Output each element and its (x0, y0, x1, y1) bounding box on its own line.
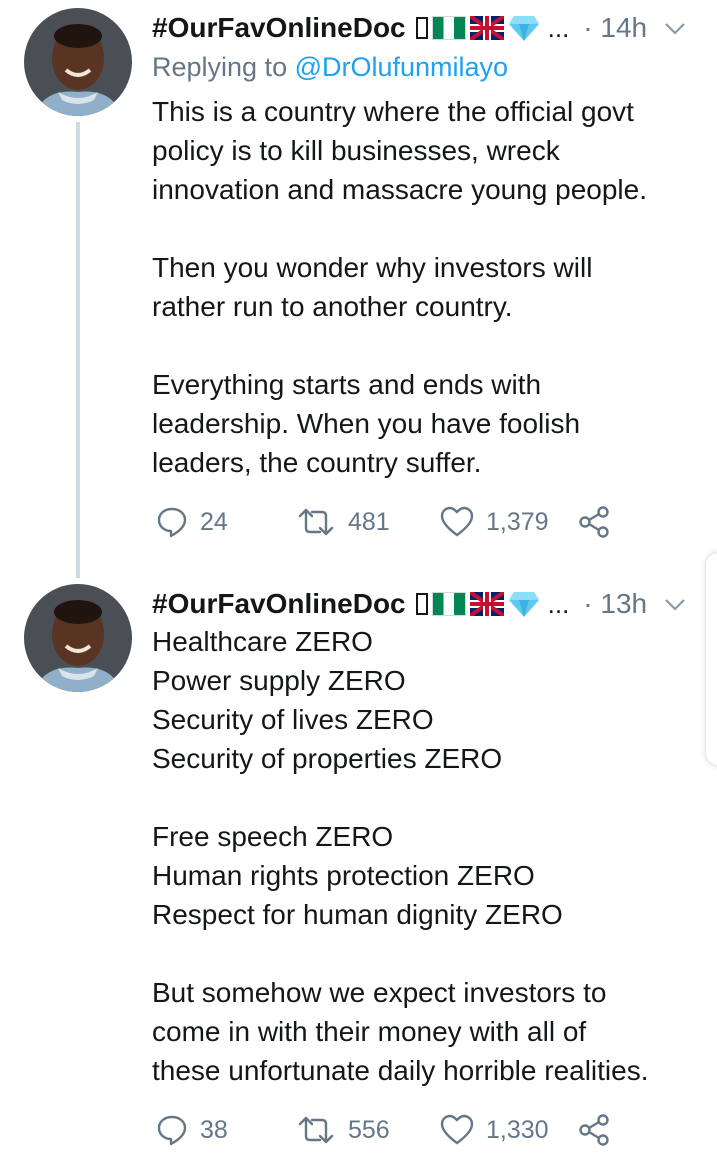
gem-icon (508, 16, 539, 41)
timestamp[interactable]: · 14h (583, 12, 647, 44)
name-overflow: ... (547, 588, 570, 619)
like-button[interactable]: 1,379 (440, 504, 549, 540)
chevron-down-icon[interactable] (663, 592, 687, 616)
nigeria-flag-icon (431, 16, 466, 40)
tweet-actions: 38 556 1,330 (156, 1112, 626, 1148)
uk-flag-icon (469, 592, 504, 616)
tweet-text: Healthcare ZERO Power supply ZERO Securi… (152, 626, 649, 1086)
avatar[interactable] (24, 584, 132, 692)
avatar[interactable] (24, 8, 132, 116)
retweet-count: 481 (348, 507, 390, 536)
tweet-text: This is a country where the official gov… (152, 96, 648, 478)
share-icon (579, 1114, 609, 1146)
reply-button[interactable]: 38 (156, 1112, 228, 1148)
edge-panel (705, 552, 717, 766)
timestamp[interactable]: · 13h (583, 588, 647, 620)
like-icon (440, 1114, 474, 1145)
share-button[interactable] (578, 1112, 610, 1148)
uk-flag-icon (469, 16, 504, 40)
thread-connector (76, 122, 80, 578)
reply-button[interactable]: 24 (156, 504, 228, 540)
tweet-header: #OurFavOnlineDoc ... · 13h (152, 584, 692, 624)
missing-glyph-icon (415, 593, 428, 615)
replying-to: Replying to @DrOlufunmilayo (152, 52, 509, 82)
chevron-down-icon[interactable] (663, 16, 687, 40)
reply-count: 38 (200, 1115, 228, 1144)
like-count: 1,330 (486, 1115, 549, 1144)
nigeria-flag-icon (431, 592, 466, 616)
retweet-button[interactable]: 556 (296, 1112, 390, 1148)
tweet-actions: 24 481 1,379 (156, 504, 626, 540)
gem-icon (508, 592, 539, 617)
name-emojis (415, 14, 540, 42)
name-overflow: ... (547, 12, 570, 43)
tweet-header: #OurFavOnlineDoc ... · 14h (152, 8, 692, 48)
reply-icon (157, 507, 187, 538)
retweet-count: 556 (348, 1115, 390, 1144)
share-button[interactable] (578, 504, 610, 540)
like-button[interactable]: 1,330 (440, 1112, 549, 1148)
like-count: 1,379 (486, 507, 549, 536)
reply-count: 24 (200, 507, 228, 536)
retweet-icon (298, 508, 334, 536)
author-name[interactable]: #OurFavOnlineDoc (152, 12, 406, 44)
share-icon (579, 506, 609, 538)
reply-icon (157, 1115, 187, 1146)
reply-handle-link[interactable]: @DrOlufunmilayo (295, 52, 508, 82)
retweet-button[interactable]: 481 (296, 504, 390, 540)
author-name[interactable]: #OurFavOnlineDoc (152, 588, 406, 620)
missing-glyph-icon (415, 17, 428, 39)
like-icon (440, 506, 474, 537)
retweet-icon (298, 1116, 334, 1144)
name-emojis (415, 590, 540, 618)
